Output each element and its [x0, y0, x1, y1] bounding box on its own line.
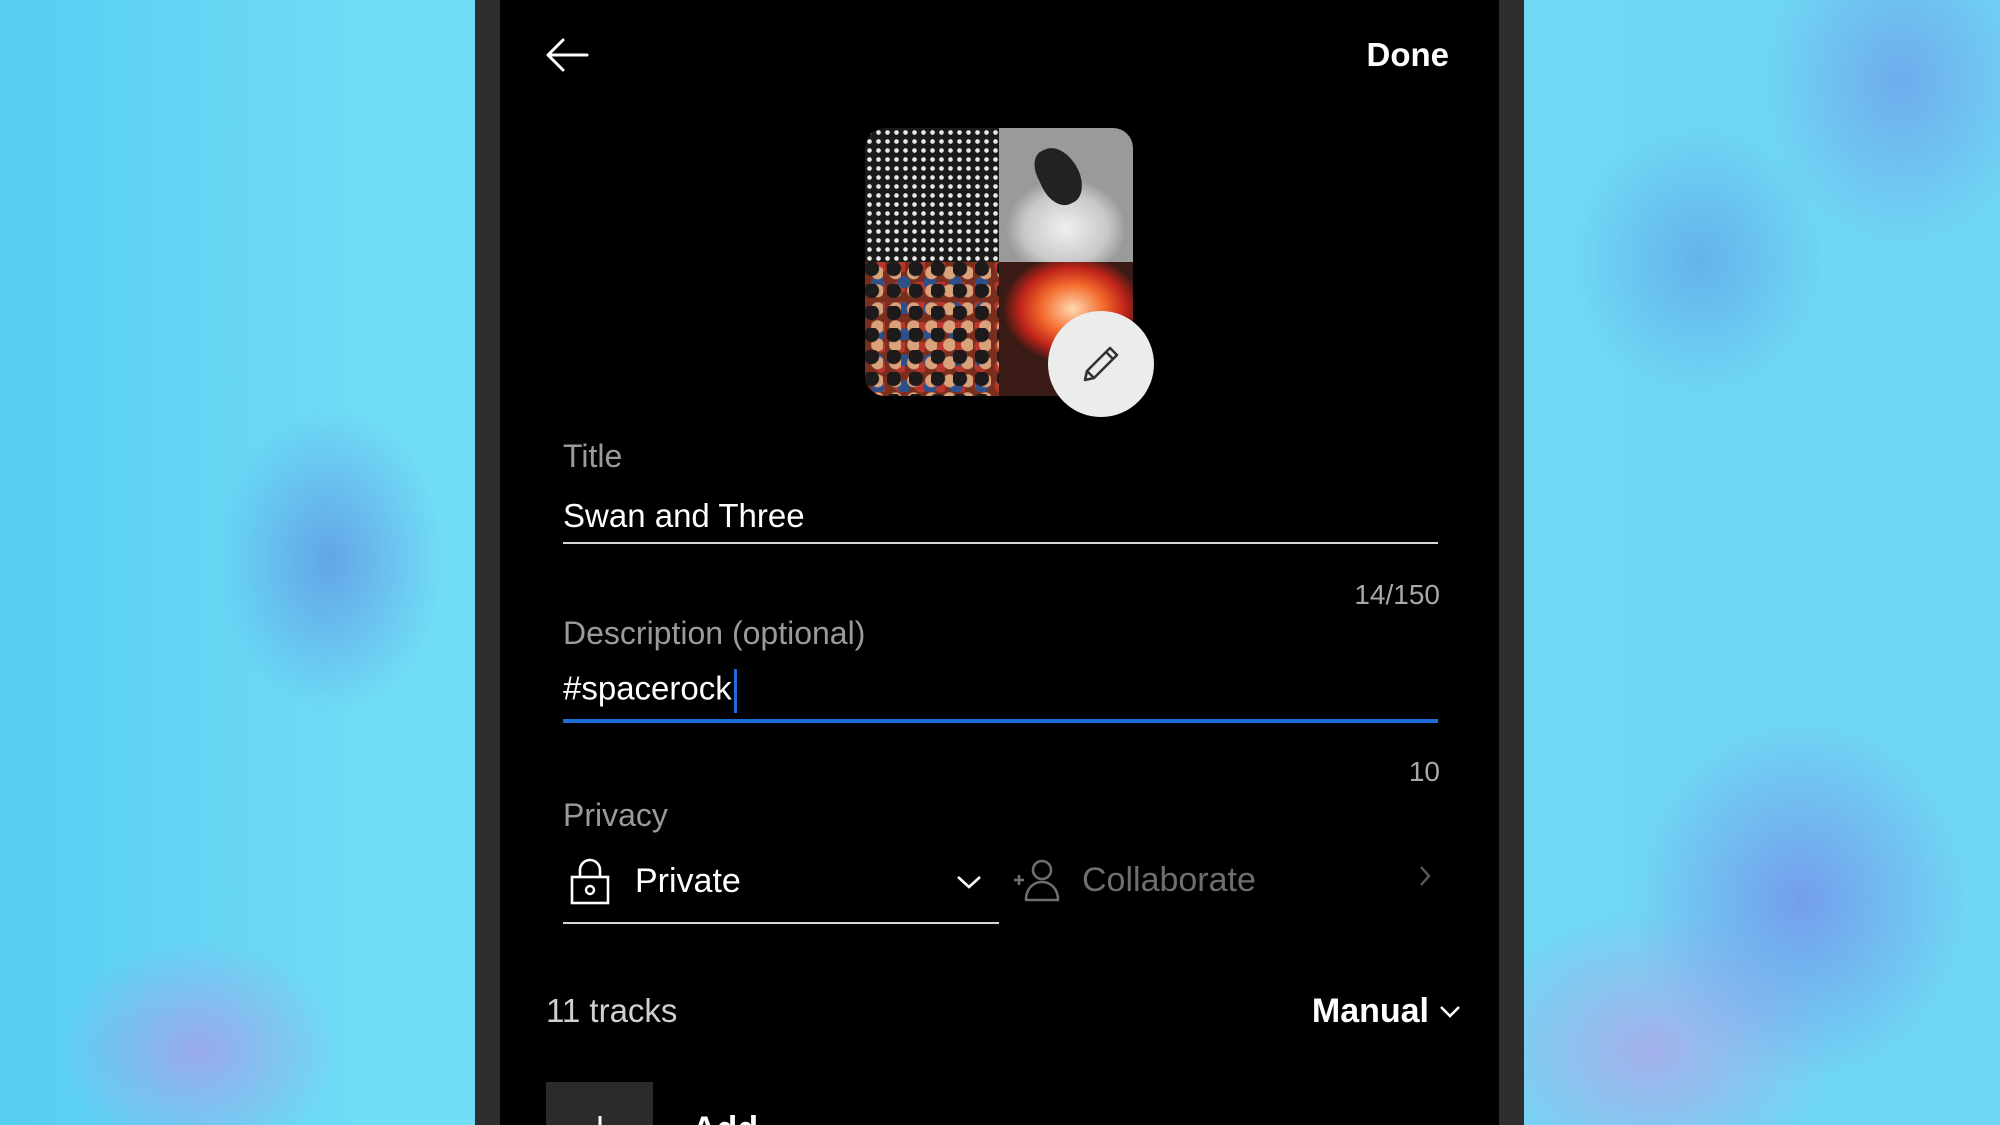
- pencil-icon: [1083, 346, 1119, 382]
- back-button[interactable]: [542, 30, 592, 80]
- edit-cover-button[interactable]: [1048, 311, 1154, 417]
- add-tracks-label[interactable]: Add: [692, 1110, 758, 1125]
- privacy-dropdown[interactable]: Private: [563, 852, 999, 924]
- edit-playlist-screen: Done Title Swan and Three 14/150 Descrip…: [500, 0, 1499, 1125]
- description-input[interactable]: #spacerock: [563, 669, 737, 713]
- chevron-right-icon: [1420, 866, 1431, 886]
- description-text: #spacerock: [563, 669, 732, 707]
- lock-icon: [570, 858, 610, 905]
- title-label: Title: [563, 438, 623, 474]
- album-art-3: [865, 262, 999, 396]
- title-input[interactable]: Swan and Three: [563, 497, 805, 535]
- album-art-2: [999, 128, 1133, 262]
- description-label: Description (optional): [563, 615, 866, 651]
- add-tracks-button[interactable]: [546, 1082, 653, 1125]
- privacy-value: Private: [635, 862, 741, 900]
- chevron-down-icon: [1440, 1005, 1460, 1018]
- sort-label: Manual: [1311, 992, 1429, 1030]
- plus-icon: [598, 1116, 601, 1125]
- description-char-counter: 10: [1408, 756, 1440, 787]
- done-button[interactable]: Done: [1367, 36, 1450, 74]
- text-caret: [733, 669, 737, 713]
- description-underline: [563, 719, 1438, 723]
- privacy-underline: [563, 922, 999, 924]
- album-art-1: [865, 128, 999, 262]
- collaborate-label: Collaborate: [1082, 861, 1256, 899]
- track-count: 11 tracks: [546, 992, 678, 1029]
- sort-dropdown[interactable]: Manual: [1312, 992, 1461, 1031]
- privacy-label: Privacy: [563, 797, 668, 833]
- title-underline: [563, 542, 1438, 544]
- chevron-down-icon: [957, 876, 981, 889]
- title-char-counter: 14/150: [1354, 579, 1440, 610]
- collaborate-button[interactable]: Collaborate: [1010, 852, 1440, 914]
- add-person-icon: [1014, 859, 1060, 902]
- arrow-left-icon: [546, 38, 589, 72]
